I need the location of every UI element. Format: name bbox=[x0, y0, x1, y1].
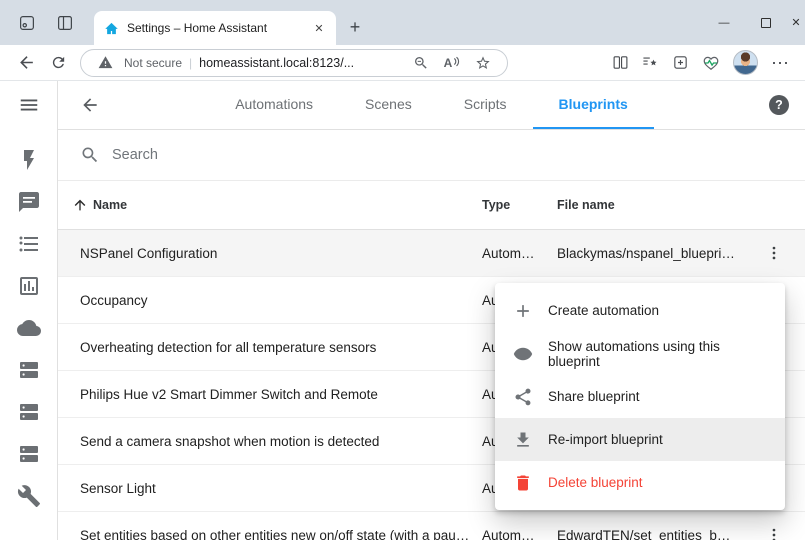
home-assistant-favicon bbox=[104, 21, 119, 36]
sidebar-assist-icon[interactable] bbox=[17, 190, 41, 214]
row-overflow-menu-icon[interactable] bbox=[743, 526, 805, 540]
close-tab-icon[interactable]: ✕ bbox=[310, 19, 328, 37]
security-label: Not secure bbox=[124, 56, 182, 70]
search-icon bbox=[80, 145, 100, 165]
tab-automations[interactable]: Automations bbox=[209, 81, 339, 129]
menu-item-reimport-blueprint[interactable]: Re-import blueprint bbox=[495, 418, 785, 461]
menu-item-create-automation[interactable]: Create automation bbox=[495, 289, 785, 332]
sort-ascending-icon[interactable] bbox=[72, 197, 88, 213]
share-icon bbox=[513, 387, 533, 407]
blueprint-context-menu: Create automation Show automations using… bbox=[495, 283, 785, 510]
ha-tab-bar: Automations Scenes Scripts Blueprints bbox=[209, 81, 654, 129]
sidebar-energy-icon[interactable] bbox=[17, 148, 41, 172]
eye-icon bbox=[513, 344, 533, 364]
tab-actions-icon[interactable] bbox=[50, 8, 80, 38]
minimize-icon[interactable]: — bbox=[703, 0, 745, 45]
zoom-out-icon[interactable] bbox=[409, 55, 433, 71]
browser-essentials-icon[interactable] bbox=[702, 54, 720, 72]
help-icon[interactable]: ? bbox=[769, 95, 789, 115]
maximize-icon[interactable] bbox=[745, 0, 787, 45]
favorite-star-icon[interactable] bbox=[471, 55, 495, 71]
search-placeholder: Search bbox=[112, 147, 158, 163]
url-text: homeassistant.local:8123/... bbox=[199, 56, 354, 70]
plus-icon bbox=[513, 301, 533, 321]
ha-sidebar bbox=[0, 81, 58, 540]
sidebar-menu-icon[interactable] bbox=[18, 94, 40, 116]
read-aloud-icon[interactable]: A bbox=[440, 56, 464, 70]
browser-menu-icon[interactable]: ⋯ bbox=[771, 54, 789, 72]
new-tab-button[interactable]: + bbox=[342, 14, 368, 40]
column-header-file[interactable]: File name bbox=[557, 198, 743, 212]
window-controls: — ✕ bbox=[703, 0, 805, 45]
browser-navbar: Not secure | homeassistant.local:8123/..… bbox=[0, 45, 805, 81]
sidebar-server-icon-1[interactable] bbox=[17, 358, 41, 382]
sidebar-history-icon[interactable] bbox=[17, 274, 41, 298]
menu-item-delete-blueprint[interactable]: Delete blueprint bbox=[495, 461, 785, 504]
favorites-icon[interactable] bbox=[642, 54, 659, 71]
collections-icon[interactable] bbox=[672, 54, 689, 71]
download-icon bbox=[513, 430, 533, 450]
close-window-icon[interactable]: ✕ bbox=[787, 0, 805, 45]
sidebar-server-icon-2[interactable] bbox=[17, 400, 41, 424]
sidebar-server-icon-3[interactable] bbox=[17, 442, 41, 466]
table-header: Name Type File name bbox=[58, 181, 805, 230]
tab-blueprints[interactable]: Blueprints bbox=[533, 81, 654, 129]
column-header-type[interactable]: Type bbox=[482, 198, 557, 212]
workspaces-icon[interactable] bbox=[12, 8, 42, 38]
tab-scenes[interactable]: Scenes bbox=[339, 81, 438, 129]
refresh-icon[interactable] bbox=[42, 48, 74, 78]
sidebar-tools-icon[interactable] bbox=[17, 484, 41, 508]
sidebar-cloud-icon[interactable] bbox=[17, 316, 41, 340]
row-overflow-menu-icon[interactable] bbox=[743, 244, 805, 262]
menu-item-show-automations[interactable]: Show automations using this blueprint bbox=[495, 332, 785, 375]
menu-item-share-blueprint[interactable]: Share blueprint bbox=[495, 375, 785, 418]
sidebar-logbook-icon[interactable] bbox=[17, 232, 41, 256]
tab-scripts[interactable]: Scripts bbox=[438, 81, 533, 129]
browser-titlebar: Settings – Home Assistant ✕ + — ✕ bbox=[0, 0, 805, 45]
ha-back-icon[interactable] bbox=[80, 95, 100, 115]
browser-toolbar-icons: ⋯ bbox=[612, 50, 795, 75]
security-warning-icon[interactable] bbox=[93, 55, 117, 70]
table-row[interactable]: Set entities based on other entities new… bbox=[58, 512, 805, 540]
address-bar[interactable]: Not secure | homeassistant.local:8123/..… bbox=[80, 49, 508, 77]
ha-header: Automations Scenes Scripts Blueprints ? bbox=[58, 81, 805, 130]
back-icon[interactable] bbox=[10, 48, 42, 78]
profile-avatar[interactable] bbox=[733, 50, 758, 75]
browser-tab[interactable]: Settings – Home Assistant ✕ bbox=[94, 11, 336, 45]
table-row[interactable]: NSPanel Configuration Autom… Blackymas/n… bbox=[58, 230, 805, 277]
tab-title: Settings – Home Assistant bbox=[127, 21, 302, 35]
address-divider: | bbox=[189, 56, 192, 70]
search-bar[interactable]: Search bbox=[58, 130, 805, 181]
split-screen-icon[interactable] bbox=[612, 54, 629, 71]
trash-icon bbox=[513, 473, 533, 493]
column-header-name[interactable]: Name bbox=[93, 198, 127, 212]
